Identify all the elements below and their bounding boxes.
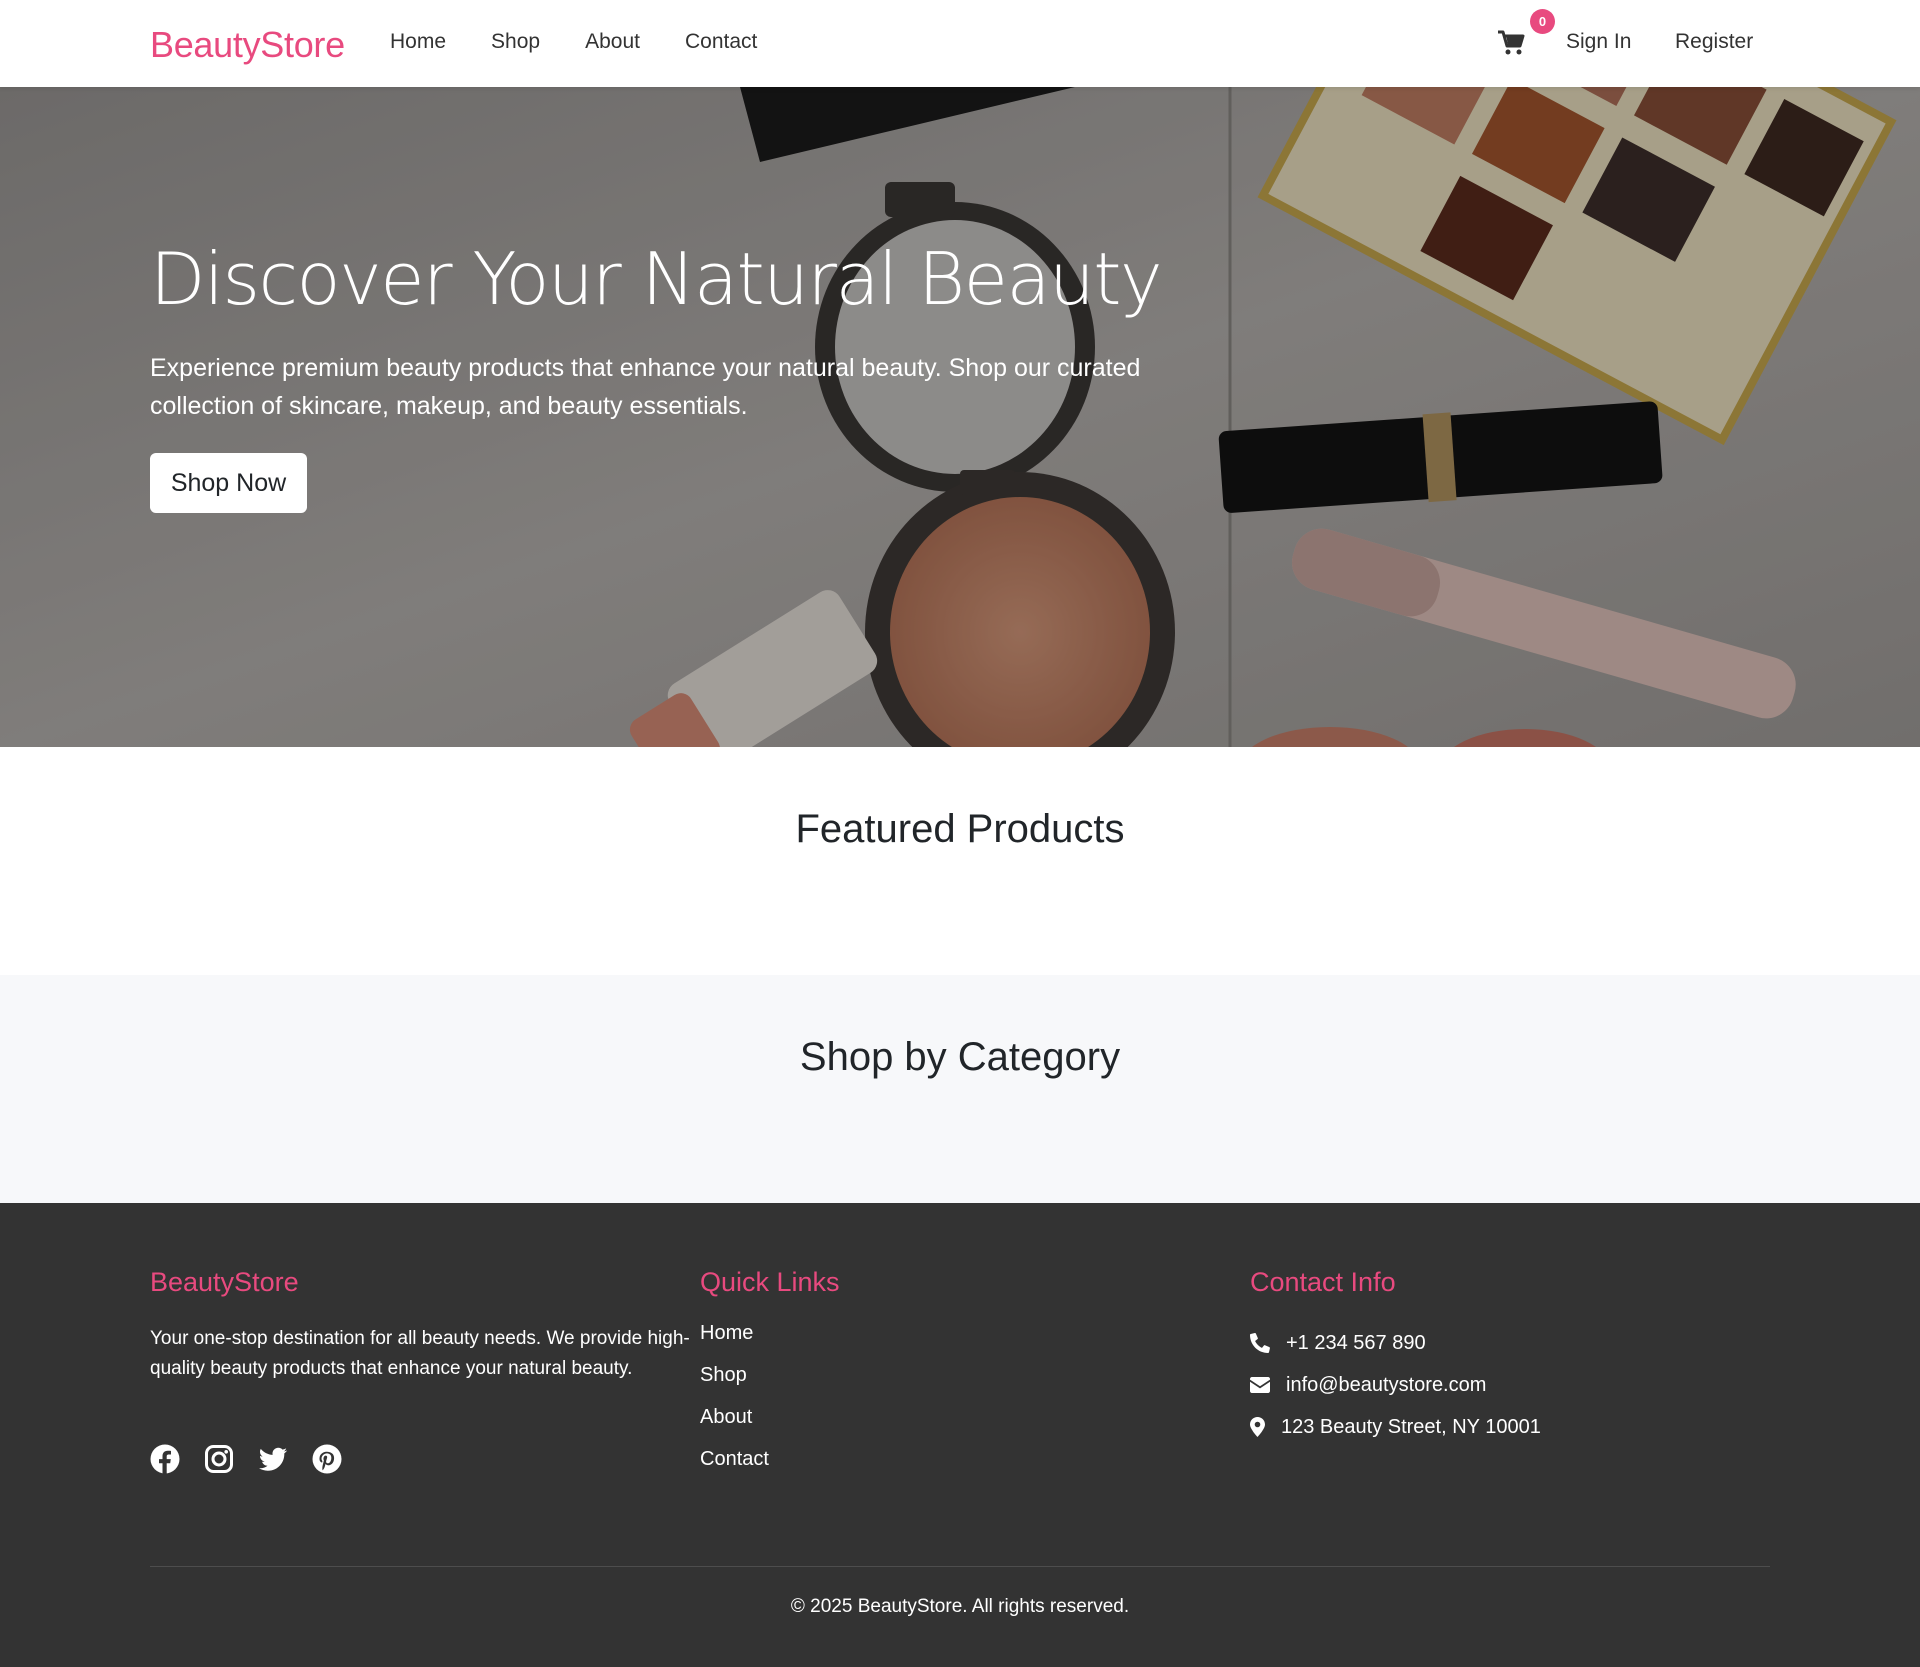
footer-quick-links: Quick Links Home Shop About Contact xyxy=(700,1267,840,1490)
featured-products-title: Featured Products xyxy=(795,807,1125,851)
nav-link-home[interactable]: Home xyxy=(390,30,446,54)
contact-email: info@beautystore.com xyxy=(1250,1364,1541,1406)
phone-text: +1 234 567 890 xyxy=(1286,1331,1426,1354)
shop-by-category-section: Shop by Category xyxy=(0,975,1920,1203)
envelope-icon xyxy=(1250,1377,1270,1393)
quick-links-list: Home Shop About Contact xyxy=(700,1322,840,1490)
cart-count-badge: 0 xyxy=(1530,9,1555,34)
footer: BeautyStore Your one-stop destination fo… xyxy=(0,1203,1920,1667)
list-item: Contact xyxy=(700,1448,840,1490)
footer-link-about[interactable]: About xyxy=(700,1406,752,1428)
list-item: Shop xyxy=(700,1364,840,1406)
sign-in-link[interactable]: Sign In xyxy=(1566,30,1631,54)
footer-brand-heading: BeautyStore xyxy=(150,1267,299,1297)
hero-title: Discover Your Natural Beauty xyxy=(150,237,1163,321)
address-text: 123 Beauty Street, NY 10001 xyxy=(1281,1415,1541,1438)
phone-icon xyxy=(1250,1333,1270,1353)
footer-link-home[interactable]: Home xyxy=(700,1322,753,1344)
map-marker-icon xyxy=(1250,1417,1265,1437)
footer-link-contact[interactable]: Contact xyxy=(700,1448,769,1470)
instagram-icon[interactable] xyxy=(204,1444,234,1474)
list-item: Home xyxy=(700,1322,840,1364)
twitter-icon[interactable] xyxy=(258,1444,288,1474)
list-item: About xyxy=(700,1406,840,1448)
copyright-text: © 2025 BeautyStore. All rights reserved. xyxy=(790,1596,1130,1617)
facebook-icon[interactable] xyxy=(150,1444,180,1474)
nav-link-about[interactable]: About xyxy=(585,30,640,54)
email-text: info@beautystore.com xyxy=(1286,1373,1487,1396)
brand-logo[interactable]: BeautyStore xyxy=(150,24,345,66)
shop-by-category-title: Shop by Category xyxy=(799,1035,1121,1079)
navbar: BeautyStore Home Shop About Contact 0 Si… xyxy=(0,0,1920,87)
footer-link-shop[interactable]: Shop xyxy=(700,1364,747,1386)
nav-link-shop[interactable]: Shop xyxy=(491,30,540,54)
contact-phone: +1 234 567 890 xyxy=(1250,1322,1541,1364)
footer-about: BeautyStore Your one-stop destination fo… xyxy=(150,1267,690,1384)
featured-products-section: Featured Products xyxy=(0,747,1920,975)
hero-section: Discover Your Natural Beauty Experience … xyxy=(0,87,1920,747)
nav-links: Home Shop About Contact xyxy=(390,30,757,54)
nav-link-contact[interactable]: Contact xyxy=(685,30,757,54)
footer-divider xyxy=(150,1566,1770,1567)
quick-links-heading: Quick Links xyxy=(700,1267,840,1297)
contact-info-heading: Contact Info xyxy=(1250,1267,1396,1297)
shopping-cart-icon[interactable] xyxy=(1497,30,1525,56)
shop-now-button[interactable]: Shop Now xyxy=(150,453,307,513)
contact-address: 123 Beauty Street, NY 10001 xyxy=(1250,1406,1541,1448)
register-link[interactable]: Register xyxy=(1675,30,1753,54)
pinterest-icon[interactable] xyxy=(312,1444,342,1474)
footer-about-text: Your one-stop destination for all beauty… xyxy=(150,1328,690,1379)
social-links xyxy=(150,1444,342,1474)
footer-contact-info: Contact Info +1 234 567 890 info@beautys… xyxy=(1250,1267,1541,1448)
contact-list: +1 234 567 890 info@beautystore.com 123 … xyxy=(1250,1322,1541,1448)
hero-subtitle: Experience premium beauty products that … xyxy=(150,354,1141,420)
